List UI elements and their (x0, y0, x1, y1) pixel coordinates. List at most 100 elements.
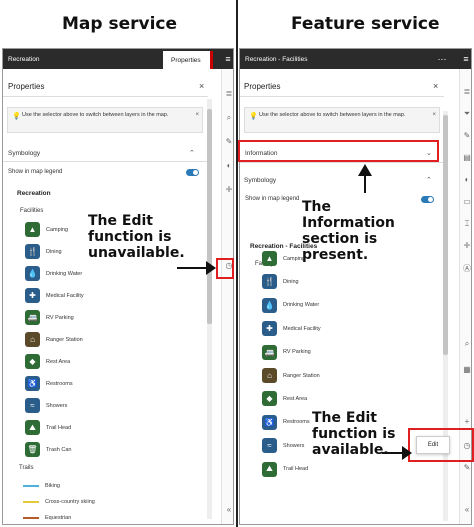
close-icon[interactable]: × (432, 111, 436, 119)
fields-icon[interactable]: ⌶ (460, 219, 471, 229)
legend-item: ≈ Showers (25, 397, 67, 414)
legend-label: Trail Head (46, 424, 72, 431)
properties-tab-label: Properties (171, 56, 201, 64)
close-icon[interactable]: × (199, 81, 204, 91)
collapse-icon[interactable]: « (460, 505, 471, 514)
right-info-text: Use the selector above to switch between… (259, 112, 406, 118)
left-edit-annotation: The Edit function is unavailable. (88, 213, 185, 262)
edit-icon[interactable]: ✎ (460, 463, 471, 472)
legend-label: Rest Area (283, 395, 308, 402)
legend-symbol-icon: ✚ (262, 321, 277, 337)
trail-line-symbol (23, 516, 39, 519)
tab-edge-mark (210, 51, 213, 69)
left-info-box: 💡 Use the selector above to switch betwe… (7, 107, 203, 133)
legend-label: Showers (46, 402, 68, 409)
labels-icon[interactable]: Ⓐ (460, 263, 471, 274)
legend-symbol-icon: ♿ (262, 414, 277, 430)
legend-label: Restrooms (46, 380, 73, 387)
legend-symbol-icon: 🚐 (25, 310, 40, 325)
popup-icon[interactable]: ▭ (460, 197, 471, 206)
feature-service-heading: Feature service (291, 14, 440, 34)
legend-label: Medical Facility (283, 325, 321, 332)
legend-item: 🚐 RV Parking (262, 344, 311, 361)
lightbulb-icon: 💡 (249, 113, 258, 120)
trail-line-symbol (23, 500, 39, 503)
edit-button[interactable]: Edit (416, 436, 450, 454)
search-icon[interactable]: ⌕ (222, 113, 233, 123)
right-scrollbar-thumb[interactable] (443, 115, 448, 355)
legend-label: Restrooms (283, 419, 310, 426)
search-icon[interactable]: ⌕ (460, 339, 471, 349)
left-title-divider (3, 96, 208, 97)
lightbulb-icon: 💡 (12, 113, 21, 120)
chevron-up-icon[interactable]: ⌃ (189, 149, 195, 157)
table-icon[interactable]: ▦ (460, 365, 471, 374)
more-options-icon[interactable]: ⋯ (434, 49, 450, 69)
left-topbar-title: Recreation (8, 55, 40, 63)
move-icon[interactable]: ✛ (222, 185, 233, 194)
legend-symbol-icon: 🚐 (262, 344, 277, 360)
trail-legend-item: Cross-country skiing (23, 493, 95, 510)
legend-label: Dining (46, 248, 62, 255)
properties-tab[interactable]: Properties (163, 51, 213, 69)
map-service-heading: Map service (62, 14, 178, 34)
right-topbar-title: Recreation - Facilities (245, 55, 308, 63)
left-edit-missing-highlight (216, 258, 234, 279)
legend-symbol-icon: ▲ (25, 222, 40, 237)
pencil-icon[interactable]: ✎ (222, 137, 233, 146)
legend-item: 🗑 Trash Can (25, 441, 71, 458)
legend-label: Trail Head (283, 466, 309, 473)
legend-symbol-icon: ⌂ (25, 332, 40, 347)
left-trails-label: Trails (19, 465, 34, 471)
legend-label: Medical Facility (46, 292, 84, 299)
style-icon[interactable]: ◐ (460, 175, 471, 184)
collapse-icon[interactable]: « (222, 505, 233, 514)
layers-icon[interactable]: ≣ (460, 87, 471, 96)
move-icon[interactable]: ✛ (460, 241, 471, 250)
legend-symbol-icon: 🍴 (25, 244, 40, 259)
left-show-legend-toggle[interactable] (186, 169, 199, 176)
legend-item: ♿ Restrooms (262, 414, 310, 431)
legend-item: ◆ Rest Area (25, 353, 70, 370)
right-symbology-label: Symbology (244, 177, 277, 184)
legend-item: ◆ Rest Area (262, 390, 307, 407)
layers-icon[interactable]: ≣ (222, 89, 233, 98)
plus-icon[interactable]: + (460, 417, 471, 426)
chevron-up-icon[interactable]: ⌃ (426, 176, 432, 184)
legend-item: 🍴 Dining (262, 273, 299, 290)
edit-arrow-head (402, 446, 412, 460)
settings-sliders-icon[interactable]: ≡ (459, 49, 471, 69)
right-show-legend-toggle[interactable] (421, 196, 434, 203)
legend-symbol-icon: ⛰ (262, 461, 277, 477)
settings-sliders-icon[interactable]: ≡ (221, 49, 233, 69)
left-scrollbar-thumb[interactable] (207, 109, 212, 324)
trail-legend-item: Biking (23, 477, 60, 494)
right-info-box: 💡 Use the selector above to switch betwe… (244, 107, 440, 133)
trail-legend-item: Equestrian (23, 509, 71, 524)
legend-item: ▲ Camping (25, 221, 68, 238)
legend-item: ♿ Restrooms (25, 375, 73, 392)
style-icon[interactable]: ◐ (222, 161, 233, 170)
right-info-divider (240, 162, 444, 163)
close-icon[interactable]: × (433, 81, 438, 91)
close-icon[interactable]: × (195, 111, 199, 119)
legend-item: 💧 Drinking Water (25, 265, 82, 282)
legend-label: Camping (46, 226, 69, 233)
pencil-icon[interactable]: ✎ (460, 131, 471, 140)
legend-label: Trash Can (46, 446, 72, 453)
legend-symbol-icon: ◆ (25, 354, 40, 369)
information-highlight (238, 140, 439, 162)
legend-label: Drinking Water (283, 302, 320, 309)
legend-symbol-icon: 🗑 (25, 442, 40, 457)
left-info-text: Use the selector above to switch between… (22, 112, 169, 118)
edit-button-label: Edit (427, 442, 439, 448)
right-panel-title: Properties (244, 82, 281, 91)
table-icon[interactable]: ▤ (460, 153, 471, 162)
legend-symbol-icon: ♿ (25, 376, 40, 391)
legend-item: 💧 Drinking Water (262, 297, 319, 314)
left-layer-name: Recreation (17, 190, 51, 197)
filter-icon[interactable]: ⏷ (460, 109, 471, 119)
legend-symbol-icon: ≈ (262, 438, 277, 454)
legend-item: 🍴 Dining (25, 243, 62, 260)
legend-symbol-icon: ▲ (262, 251, 277, 266)
